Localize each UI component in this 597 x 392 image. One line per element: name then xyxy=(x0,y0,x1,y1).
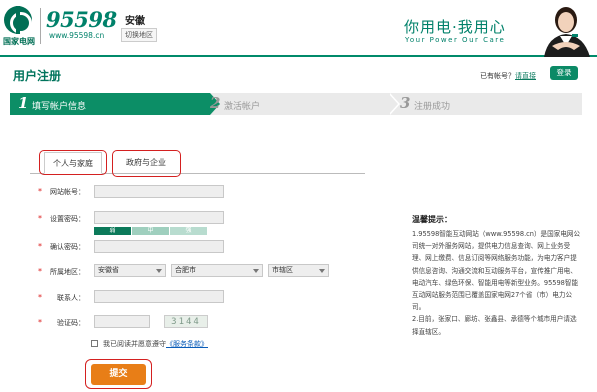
step-1-label: 填写帐户信息 xyxy=(32,102,87,112)
notice-body: 1.95598智能互动网站（www.95598.cn）是国家电网公司统一对外服务… xyxy=(412,228,582,338)
district-select-value: 市辖区 xyxy=(272,266,293,274)
password-label: 设置密码： xyxy=(50,215,85,223)
have-account-text: 已有帐号？请直接 xyxy=(480,71,536,81)
notice-text: 1.95598智能互动网站（www.95598.cn）是国家电网公司统一对外服务… xyxy=(412,230,581,336)
username-input[interactable] xyxy=(94,185,224,198)
agree-terms-text: 我已阅读并愿意遵守《服务条款》 xyxy=(103,339,208,349)
strength-strong: 强 xyxy=(170,227,207,235)
username-label: 网站帐号： xyxy=(50,188,85,196)
slogan-english: Your Power Our Care xyxy=(405,36,506,44)
registration-steps: 1 填写帐户信息 2 激活帐户 3 注册成功 xyxy=(10,93,582,115)
district-select[interactable]: 市辖区 xyxy=(268,264,329,277)
direct-login-link[interactable]: 请直接 xyxy=(515,72,536,80)
chevron-down-icon xyxy=(253,269,259,273)
step-2-arrow xyxy=(388,93,398,115)
highlight-personal-tab xyxy=(39,150,107,175)
service-staff-image xyxy=(528,0,597,57)
city-select-value: 合肥市 xyxy=(175,266,196,274)
step-1-active: 1 填写帐户信息 xyxy=(10,93,210,115)
password-input[interactable] xyxy=(94,211,224,224)
contact-input[interactable] xyxy=(94,290,224,303)
chevron-down-icon xyxy=(156,269,162,273)
sgcc-logo-icon[interactable] xyxy=(4,6,32,34)
have-account-prefix: 已有帐号？ xyxy=(480,72,515,80)
chevron-down-icon xyxy=(319,269,325,273)
step-1-number: 1 xyxy=(18,94,29,112)
step-2-number: 2 xyxy=(210,94,221,112)
captcha-image[interactable]: 3144 xyxy=(164,315,208,328)
logo-number[interactable]: 95598 xyxy=(46,7,117,32)
city-select[interactable]: 合肥市 xyxy=(171,264,263,277)
agree-terms-prefix: 我已阅读并愿意遵守 xyxy=(103,340,166,348)
strength-medium: 中 xyxy=(132,227,169,235)
terms-of-service-link[interactable]: 《服务条款》 xyxy=(166,340,208,348)
contact-label: 联系人： xyxy=(57,294,85,302)
login-button[interactable]: 登录 xyxy=(550,66,578,80)
step-2-label: 激活帐户 xyxy=(224,102,261,112)
page-title: 用户注册 xyxy=(13,69,62,83)
site-header: 国家电网 95598 www.95598.cn 安徽 切换地区 你用电·我用心 … xyxy=(0,0,597,57)
logo-org-name: 国家电网 xyxy=(3,37,35,46)
highlight-org-tab xyxy=(112,150,181,177)
password-strength-meter: 弱 中 强 xyxy=(94,227,207,235)
switch-region-button[interactable]: 切换地区 xyxy=(121,28,157,42)
captcha-label: 验证码： xyxy=(57,319,85,327)
confirm-password-label: 确认密码： xyxy=(50,243,85,251)
region-label: 所属地区： xyxy=(50,268,85,276)
logo-url: www.95598.cn xyxy=(49,31,105,40)
notice-title: 温馨提示： xyxy=(412,215,452,224)
agree-terms-checkbox[interactable] xyxy=(91,340,98,347)
province-select-value: 安徽省 xyxy=(98,266,119,274)
province-name: 安徽 xyxy=(125,16,145,27)
logo-divider xyxy=(40,8,41,44)
confirm-password-input[interactable] xyxy=(94,240,224,253)
slogan-chinese: 你用电·我用心 xyxy=(404,18,506,36)
step-3-label: 注册成功 xyxy=(414,102,451,112)
province-select[interactable]: 安徽省 xyxy=(94,264,166,277)
strength-weak: 弱 xyxy=(94,227,131,235)
captcha-input[interactable] xyxy=(94,315,150,328)
highlight-submit-button xyxy=(85,359,152,389)
step-3-number: 3 xyxy=(400,94,411,112)
